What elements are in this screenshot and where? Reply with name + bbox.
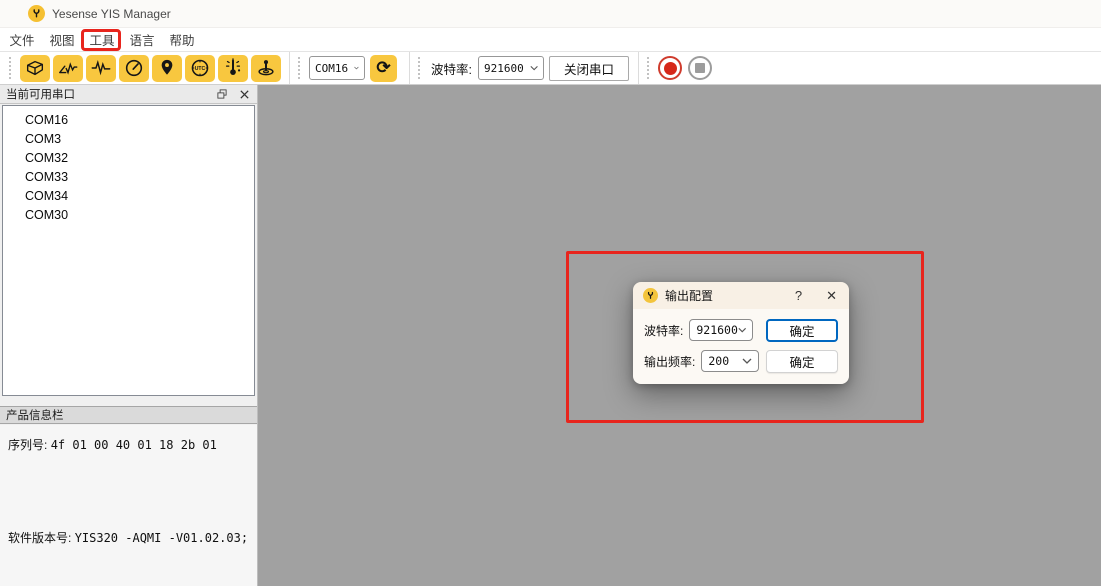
- toolbar-grip[interactable]: [647, 57, 652, 79]
- dialog-title: 输出配置: [665, 287, 713, 304]
- dialog-output-rate-value: 200: [708, 354, 729, 368]
- port-list-item[interactable]: COM30: [3, 206, 254, 225]
- baud-ok-button[interactable]: 确定: [766, 319, 838, 342]
- svg-text:UTC: UTC: [195, 66, 206, 72]
- port-list-item[interactable]: COM32: [3, 149, 254, 168]
- workspace: 输出配置 ? ✕ 波特率: 921600 确定 输出频率: 200: [258, 85, 1101, 586]
- product-info-header: 产品信息栏: [0, 406, 257, 424]
- menu-bar: 文件 视图 工具 语言 帮助: [0, 28, 1101, 52]
- baud-select-value: 921600: [484, 62, 524, 75]
- menu-item-tools[interactable]: 工具: [82, 30, 122, 49]
- location-pin-button[interactable]: [152, 55, 182, 82]
- menu-item-language[interactable]: 语言: [122, 30, 162, 49]
- close-serial-port-button[interactable]: 关闭串口: [549, 56, 629, 81]
- output-rate-ok-button[interactable]: 确定: [766, 350, 838, 373]
- software-version-line: 软件版本号: YIS320 -AQMI -V01.02.03;: [8, 529, 248, 546]
- ports-panel-title: 当前可用串口: [6, 86, 75, 102]
- record-icon: [664, 62, 677, 75]
- record-button[interactable]: [658, 56, 682, 80]
- refresh-icon: ⟳: [376, 59, 390, 76]
- port-select[interactable]: COM16: [309, 56, 365, 80]
- utc-clock-button[interactable]: UTC: [185, 55, 215, 82]
- menu-item-view[interactable]: 视图: [42, 30, 82, 49]
- window-titlebar: Yesense YIS Manager: [0, 0, 1101, 28]
- dialog-help-button[interactable]: ?: [789, 288, 808, 303]
- toolbar: UTC COM16 ⟳ 波特率: 921600 关闭串口: [0, 52, 1101, 85]
- product-info-body: 序列号: 4f 01 00 40 01 18 2b 01 软件版本号: YIS3…: [0, 425, 257, 586]
- software-version-value: YIS320 -AQMI -V01.02.03;: [75, 531, 248, 545]
- window-title: Yesense YIS Manager: [52, 7, 171, 21]
- dialog-baud-label: 波特率:: [644, 322, 683, 339]
- toolbar-separator: [409, 52, 410, 84]
- app-logo-icon: [28, 5, 45, 22]
- gauge-button[interactable]: [119, 55, 149, 82]
- port-list-item[interactable]: COM3: [3, 130, 254, 149]
- close-panel-icon[interactable]: [238, 88, 251, 101]
- dialog-baud-select[interactable]: 921600: [689, 319, 753, 341]
- left-dock-panel: 当前可用串口 COM16 COM3 COM32 COM33 COM34 COM3…: [0, 85, 258, 586]
- software-version-label: 软件版本号:: [8, 531, 71, 545]
- chevron-down-icon: [738, 327, 746, 333]
- output-rate-row: 输出频率: 200 确定: [644, 349, 838, 373]
- thermometer-button[interactable]: [218, 55, 248, 82]
- baud-rate-label: 波特率:: [431, 59, 472, 78]
- product-info-title: 产品信息栏: [6, 407, 64, 423]
- output-config-dialog: 输出配置 ? ✕ 波特率: 921600 确定 输出频率: 200: [633, 282, 849, 384]
- main-area: 当前可用串口 COM16 COM3 COM32 COM33 COM34 COM3…: [0, 85, 1101, 586]
- dialog-output-rate-select[interactable]: 200: [701, 350, 759, 372]
- dialog-close-button[interactable]: ✕: [824, 288, 839, 304]
- angle-wave-button[interactable]: [53, 55, 83, 82]
- chevron-down-icon: [530, 65, 538, 71]
- menu-item-help[interactable]: 帮助: [162, 30, 202, 49]
- toolbar-grip[interactable]: [9, 57, 14, 79]
- stop-icon: [695, 63, 705, 73]
- port-list-item[interactable]: COM16: [3, 111, 254, 130]
- stop-button[interactable]: [688, 56, 712, 80]
- chevron-down-icon: [742, 358, 752, 364]
- cube-3d-view-button[interactable]: [20, 55, 50, 82]
- chevron-down-icon: [354, 65, 359, 71]
- port-list-item[interactable]: COM33: [3, 168, 254, 187]
- port-list-item[interactable]: COM34: [3, 187, 254, 206]
- plumb-level-button[interactable]: [251, 55, 281, 82]
- toolbar-grip[interactable]: [418, 57, 423, 79]
- menu-item-file[interactable]: 文件: [2, 30, 42, 49]
- serial-number-value: 4f 01 00 40 01 18 2b 01: [51, 438, 217, 452]
- toolbar-grip[interactable]: [298, 57, 303, 79]
- dialog-baud-value: 921600: [696, 323, 738, 337]
- dialog-logo-icon: [643, 288, 658, 303]
- toolbar-separator: [638, 52, 639, 84]
- float-panel-icon[interactable]: [215, 88, 228, 101]
- baud-select[interactable]: 921600: [478, 56, 544, 80]
- serial-number-line: 序列号: 4f 01 00 40 01 18 2b 01: [8, 436, 217, 453]
- refresh-ports-button[interactable]: ⟳: [370, 55, 397, 82]
- toolbar-separator: [289, 52, 290, 84]
- dialog-body: 波特率: 921600 确定 输出频率: 200 确定: [633, 309, 849, 384]
- available-ports-list: COM16 COM3 COM32 COM33 COM34 COM30: [2, 105, 255, 396]
- dialog-titlebar[interactable]: 输出配置 ? ✕: [633, 282, 849, 309]
- serial-number-label: 序列号:: [8, 438, 47, 452]
- port-select-value: COM16: [315, 62, 348, 75]
- baud-rate-row: 波特率: 921600 确定: [644, 318, 838, 342]
- dialog-output-rate-label: 输出频率:: [644, 353, 695, 370]
- ports-panel-header: 当前可用串口: [0, 85, 257, 104]
- waveform-button[interactable]: [86, 55, 116, 82]
